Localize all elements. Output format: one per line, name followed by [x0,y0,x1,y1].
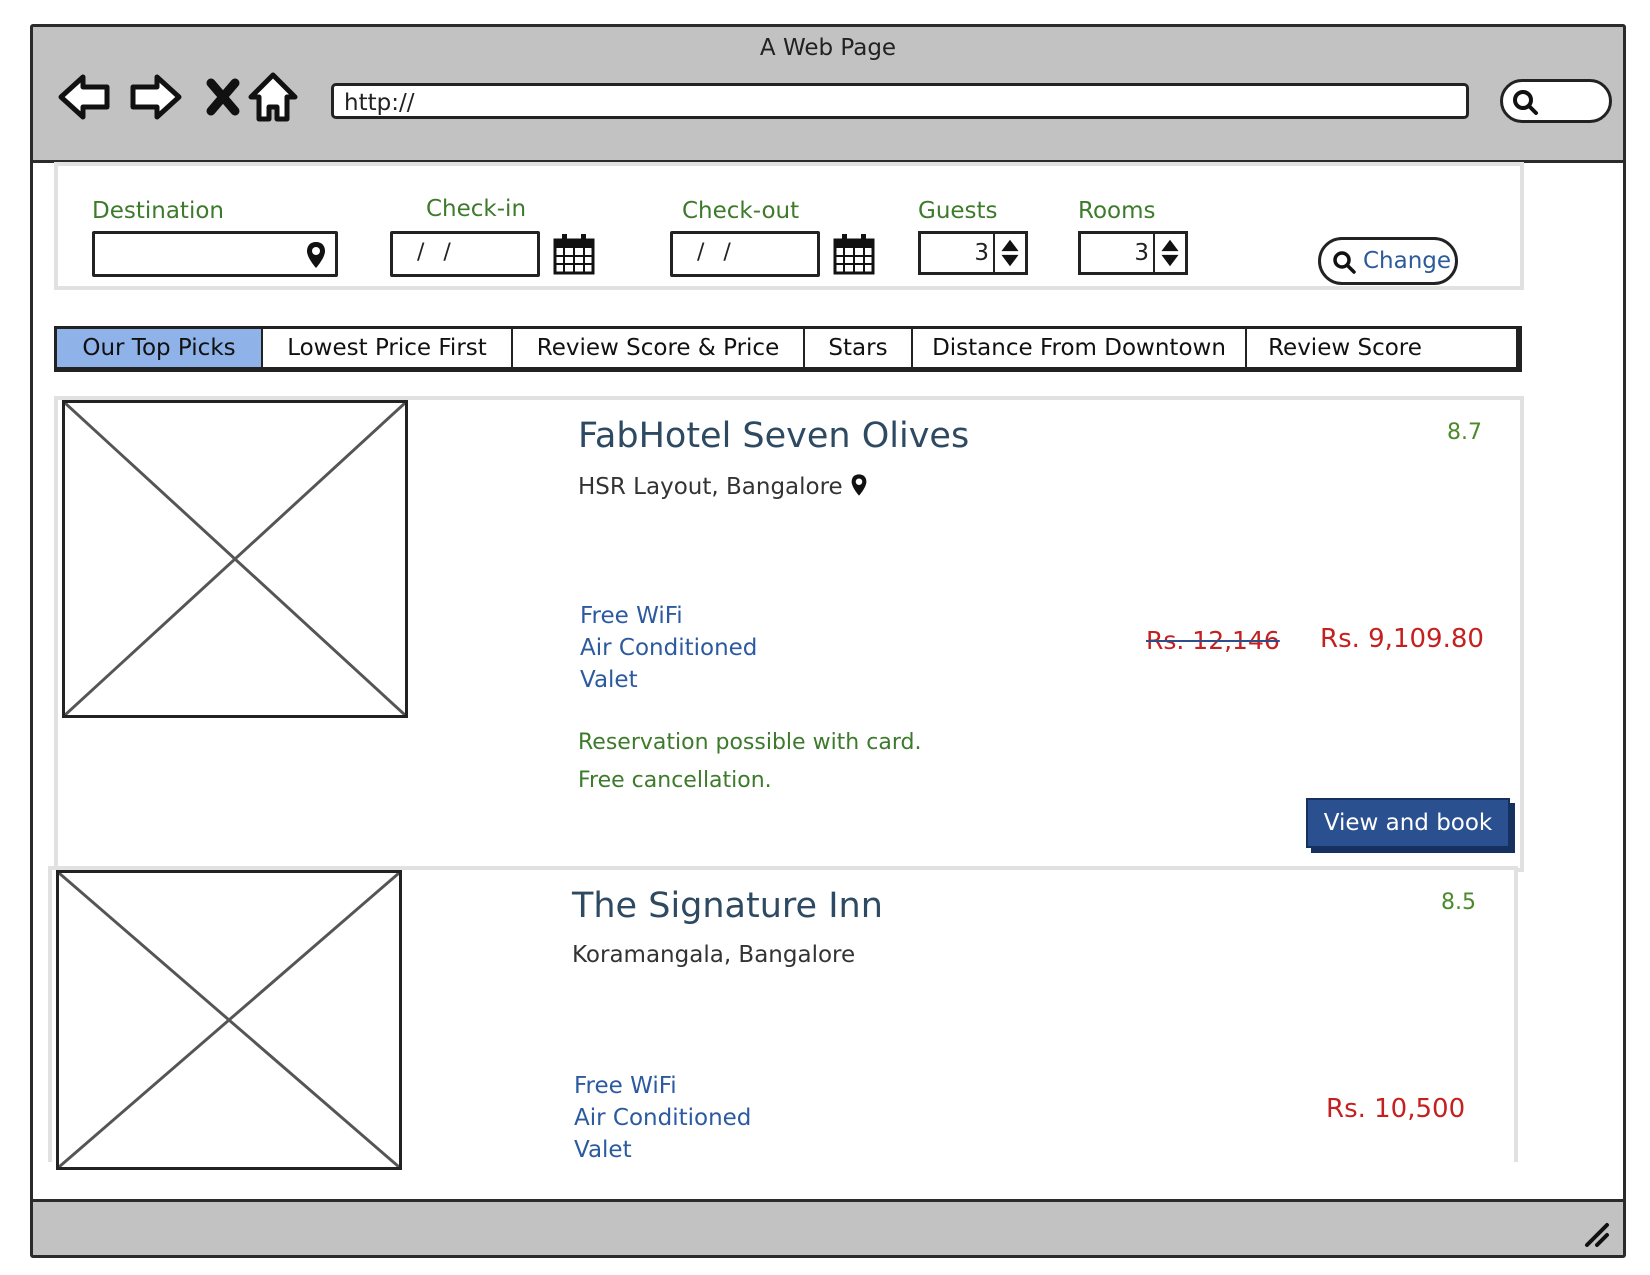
home-icon[interactable] [243,67,303,127]
hotel-image-placeholder[interactable] [56,870,402,1170]
back-arrow-icon[interactable] [55,67,115,127]
url-input[interactable]: http:// [331,83,1469,119]
amenities-list: Free WiFi Air Conditioned Valet [580,600,757,696]
amenity-item: Valet [580,667,638,693]
guests-label: Guests [918,198,998,224]
destination-input[interactable] [92,231,338,277]
hotel-name[interactable]: The Signature Inn [572,886,883,926]
rooms-label: Rooms [1078,198,1156,224]
calendar-icon[interactable] [552,232,596,276]
change-button-label: Change [1363,248,1452,274]
stepper-arrows-icon[interactable] [993,234,1025,272]
guests-stepper[interactable]: 3 [918,231,1028,275]
amenity-item: Air Conditioned [574,1105,752,1131]
destination-label: Destination [92,198,224,224]
amenity-item: Air Conditioned [580,635,758,661]
review-score: 8.7 [1447,420,1482,445]
checkin-date-input[interactable]: / / [390,231,540,277]
rooms-stepper[interactable]: 3 [1078,231,1188,275]
checkout-date-input[interactable]: / / [670,231,820,277]
amenities-list: Free WiFi Air Conditioned Valet [574,1070,751,1166]
browser-statusbar [33,1199,1623,1255]
map-pin-icon[interactable] [850,472,868,498]
cancellation-note: Free cancellation. [578,768,772,793]
guests-value: 3 [974,240,989,266]
review-score: 8.5 [1441,890,1476,915]
forward-arrow-icon[interactable] [125,67,185,127]
resize-grip-icon[interactable] [1577,1215,1611,1249]
search-icon [1513,90,1538,115]
checkout-label: Check-out [682,198,800,224]
tab-review-score[interactable]: Review Score [1247,329,1443,367]
hotel-card: FabHotel Seven Olives HSR Layout, Bangal… [54,396,1524,872]
stepper-arrows-icon[interactable] [1153,234,1185,272]
amenity-item: Free WiFi [580,603,683,629]
browser-titlebar: A Web Page http:// [33,27,1623,163]
hotel-location: HSR Layout, Bangalore [578,472,868,500]
rooms-value: 3 [1134,240,1149,266]
hotel-location: Koramangala, Bangalore [572,942,856,968]
change-button[interactable]: Change [1318,237,1458,285]
price: Rs. 10,500 [1326,1094,1466,1124]
tab-distance-from-downtown[interactable]: Distance From Downtown [913,329,1247,367]
window-title: A Web Page [759,35,897,61]
reservation-note: Reservation possible with card. [578,730,922,755]
tab-our-top-picks[interactable]: Our Top Picks [57,329,263,367]
tab-lowest-price-first[interactable]: Lowest Price First [263,329,513,367]
amenity-item: Free WiFi [574,1073,677,1099]
discounted-price: Rs. 9,109.80 [1320,624,1484,654]
amenity-item: Valet [574,1137,632,1163]
hotel-image-placeholder[interactable] [62,400,408,718]
search-icon [1333,251,1356,274]
hotel-location-text: HSR Layout, Bangalore [578,474,843,500]
calendar-icon[interactable] [832,232,876,276]
tab-review-score-price[interactable]: Review Score & Price [513,329,805,367]
original-price: Rs. 12,146 [1146,626,1280,655]
hotel-card: The Signature Inn Koramangala, Bangalore… [48,866,1518,1170]
browser-search-field[interactable] [1500,79,1612,123]
tab-stars[interactable]: Stars [805,329,913,367]
map-pin-icon [307,242,325,268]
view-and-book-button[interactable]: View and book [1306,798,1510,848]
checkin-label: Check-in [426,196,527,222]
hotel-name[interactable]: FabHotel Seven Olives [578,416,969,456]
sort-tabs: Our Top Picks Lowest Price First Review … [54,326,1522,372]
